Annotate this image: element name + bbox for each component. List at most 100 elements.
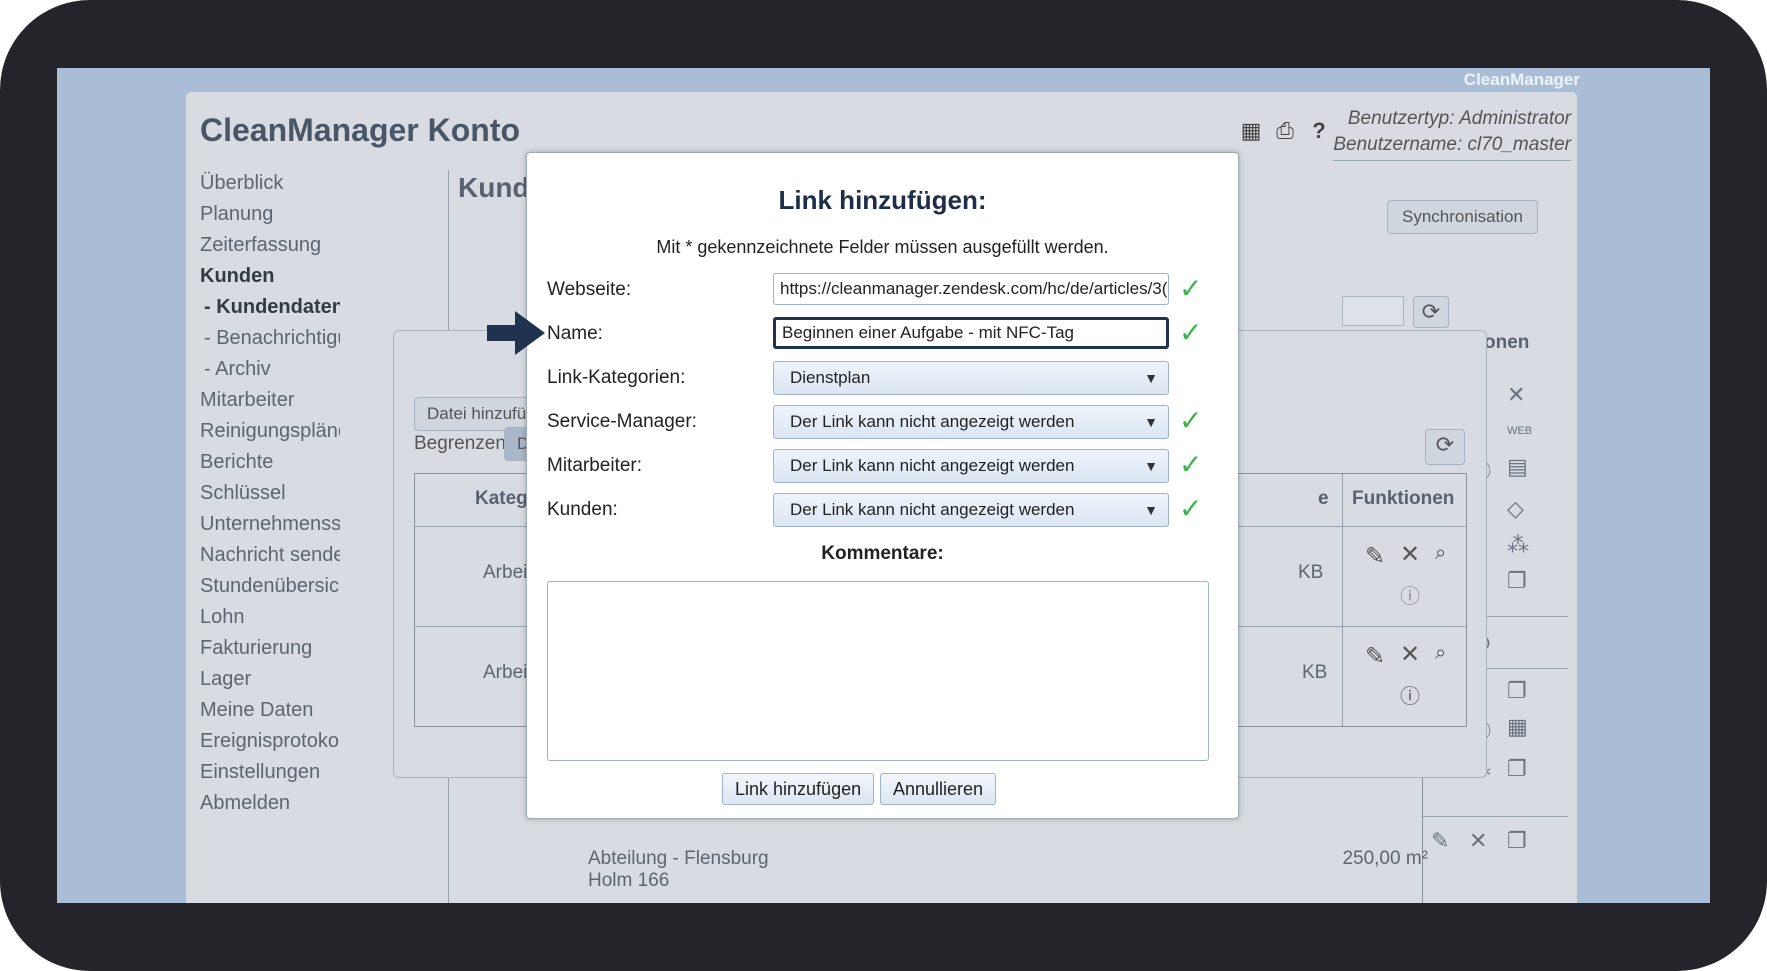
sidebar-item[interactable]: Ereignisprotokoll [200,726,340,757]
link-categories-select[interactable]: Dienstplan ▼ [773,361,1169,395]
customers-label: Kunden: [547,499,618,520]
sidebar-nav: Überblick Planung Zeiterfassung Kunden -… [200,168,340,819]
chevron-down-icon: ▼ [1144,370,1158,386]
sidebar-item[interactable]: Zeiterfassung [200,230,340,261]
delete-icon[interactable]: ✕ [1400,640,1420,669]
function-icons-group: ✎ ✕ ❐ [1431,828,1545,854]
copy-icon[interactable]: ❐ [1507,678,1545,704]
sidebar-item[interactable]: Unternehmensst [200,509,340,540]
refresh-icon[interactable]: ⟳ [1413,296,1449,328]
link-categories-label: Link-Kategorien: [547,367,686,388]
cancel-button[interactable]: Annullieren [880,773,997,805]
help-icon[interactable]: ? [1306,118,1332,144]
document-icon[interactable]: ❐ [1507,756,1545,782]
comments-textarea[interactable] [547,581,1209,761]
check-icon: ✓ [1179,317,1203,348]
add-link-button[interactable]: Link hinzufügen [722,773,875,805]
table-icon[interactable]: ▦ [1238,118,1264,144]
website-label: Webseite: [547,279,632,300]
employee-select[interactable]: Der Link kann nicht angezeigt werden ▼ [773,449,1169,483]
note-icon[interactable]: ▤ [1507,454,1545,486]
website-row: Webseite: https://cleanmanager.zendesk.c… [547,273,1237,307]
sidebar-item[interactable]: Planung [200,199,340,230]
service-manager-row: Service-Manager: Der Link kann nicht ang… [547,405,1237,439]
right-search-input[interactable] [1342,296,1404,326]
add-link-modal: Link hinzufügen: Mit * gekennzeichnete F… [526,152,1239,819]
customer-row[interactable]: Abteilung - Flensburg Holm 166 250,00 m² [588,848,1428,892]
required-hint: Mit * gekennzeichnete Felder müssen ausg… [656,237,1109,257]
sidebar-item-kunden[interactable]: Kunden [200,261,340,292]
delete-icon[interactable]: ✕ [1507,382,1545,408]
link-categories-value: Dienstplan [790,368,871,387]
customers-select[interactable]: Der Link kann nicht angezeigt werden ▼ [773,493,1169,527]
sidebar-item[interactable]: Fakturierung [200,633,340,664]
top-toolbar: ▦ ⎙ ? [1238,118,1332,144]
name-label: Name: [547,323,603,344]
sidebar-item[interactable]: Berichte [200,447,340,478]
sidebar-item[interactable]: Abmelden [200,788,340,819]
copy-icon[interactable]: ❐ [1507,568,1545,594]
customer-area: 250,00 m² [1342,848,1428,869]
chevron-down-icon: ▼ [1144,502,1158,518]
hierarchy-icon[interactable]: ⁂ [1507,532,1545,558]
name-input[interactable]: Beginnen einer Aufgabe - mit NFC-Tag [773,317,1169,349]
delete-icon[interactable]: ✕ [1469,828,1507,854]
employee-value: Der Link kann nicht angezeigt werden [790,456,1075,475]
sidebar-item[interactable]: Lohn [200,602,340,633]
website-input[interactable]: https://cleanmanager.zendesk.com/hc/de/a… [773,273,1169,305]
sidebar-item[interactable]: Reinigungspläne [200,416,340,447]
delete-icon[interactable]: ✕ [1400,540,1420,569]
service-manager-select[interactable]: Der Link kann nicht angezeigt werden ▼ [773,405,1169,439]
user-name: Benutzername: cl70_master [1333,134,1571,155]
service-manager-value: Der Link kann nicht angezeigt werden [790,412,1075,431]
grid-icon[interactable]: ▦ [1507,714,1545,746]
edit-icon[interactable]: ✎ [1365,542,1385,571]
copy-icon[interactable]: ❐ [1507,828,1545,854]
employee-label: Mitarbeiter: [547,455,643,476]
info-icon[interactable]: ⓘ [1400,680,1420,709]
col-header-size: e [1318,488,1329,509]
sidebar-item[interactable]: Nachricht sende [200,540,340,571]
tag-icon[interactable]: ◇ [1507,496,1545,522]
edit-icon[interactable]: ✎ [1365,642,1385,671]
customers-value: Der Link kann nicht angezeigt werden [790,500,1075,519]
sidebar-item-kundendaten[interactable]: - Kundendaten [200,292,340,323]
preview-icon[interactable]: ⌕ [1435,642,1446,665]
chevron-down-icon: ▼ [1144,414,1158,430]
customer-name: Abteilung - Flensburg [588,848,769,869]
brand-corner-label: CleanManager [1463,70,1580,89]
preview-icon[interactable]: ⌕ [1435,542,1446,565]
sidebar-item[interactable]: Schlüssel [200,478,340,509]
modal-title: Link hinzufügen: [778,185,987,215]
sidebar-item[interactable]: - Archiv [200,354,340,385]
sidebar-item[interactable]: Lager [200,664,340,695]
pointer-arrow-icon [487,311,545,355]
sidebar-item[interactable]: - Benachrichtigu [200,323,340,354]
user-type: Benutzertyp: Administrator [1347,108,1571,129]
sidebar-item[interactable]: Überblick [200,168,340,199]
web-icon[interactable]: WEB [1507,418,1545,444]
check-icon: ✓ [1179,405,1203,436]
col-header-functions: Funktionen [1352,488,1455,509]
info-icon[interactable]: ⓘ [1400,580,1420,609]
refresh-icon[interactable]: ⟳ [1425,429,1465,465]
print-icon[interactable]: ⎙ [1272,118,1298,144]
sidebar-item[interactable]: Meine Daten [200,695,340,726]
sidebar-item[interactable]: Einstellungen [200,757,340,788]
name-row: Name: Beginnen einer Aufgabe - mit NFC-T… [547,317,1237,351]
sidebar-item[interactable]: Mitarbeiter [200,385,340,416]
separator [1423,816,1568,817]
check-icon: ✓ [1179,449,1203,480]
edit-icon[interactable]: ✎ [1431,828,1469,854]
sidebar-item[interactable]: Stundenübersich [200,571,340,602]
row-size: KB [1302,662,1328,683]
check-icon: ✓ [1179,493,1203,524]
user-info: Benutzertyp: Administrator Benutzername:… [1333,106,1571,161]
col-line [1342,474,1343,726]
limit-label: Begrenzen: [414,433,512,454]
customers-row: Kunden: Der Link kann nicht angezeigt we… [547,493,1237,527]
row-size: KB [1298,562,1324,583]
device-frame: CleanManager CleanManager Konto ▦ ⎙ ? Be… [0,0,1767,971]
chevron-down-icon: ▼ [1144,458,1158,474]
synchronisation-button[interactable]: Synchronisation [1387,200,1538,234]
